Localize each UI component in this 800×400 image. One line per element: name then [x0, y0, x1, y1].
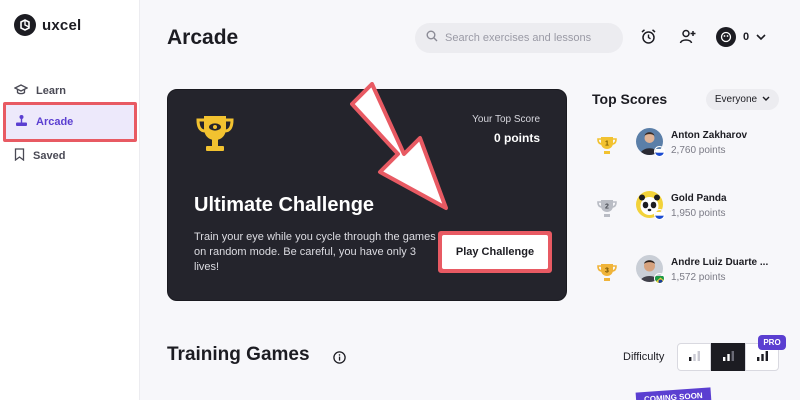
player-points: 2,760 points — [671, 145, 726, 156]
medal-rank: 3 — [605, 268, 609, 275]
player-points: 1,572 points — [671, 272, 726, 283]
brazil-flag-icon — [654, 273, 665, 284]
logo[interactable]: uxcel — [14, 14, 81, 36]
chevron-down-icon — [762, 94, 770, 105]
alarm-clock-button[interactable] — [637, 28, 659, 50]
difficulty-easy-button[interactable] — [677, 343, 711, 371]
leaderboard-row[interactable]: 1 Anton Zakharov 2,760 points — [596, 128, 796, 162]
medal-rank: 1 — [605, 141, 609, 148]
top-scores-title: Top Scores — [592, 91, 668, 107]
leaderboard-row[interactable]: 2 Gold Panda 1,950 points — [596, 191, 796, 225]
bronze-medal-icon: 3 — [596, 262, 618, 287]
avatar — [716, 27, 736, 47]
chevron-down-icon — [756, 28, 766, 46]
search-input[interactable] — [445, 32, 615, 44]
sidebar-item-label: Arcade — [36, 116, 74, 128]
info-icon[interactable] — [333, 351, 346, 369]
trophy-icon — [194, 112, 236, 159]
add-user-button[interactable] — [676, 28, 698, 50]
search-icon — [426, 29, 438, 47]
sidebar-item-label: Learn — [36, 85, 66, 97]
signal-low-icon — [688, 348, 701, 366]
search-bar[interactable] — [415, 23, 623, 53]
challenge-description: Train your eye while you cycle through t… — [194, 231, 436, 273]
player-name: Gold Panda — [671, 193, 727, 204]
sidebar-item-saved[interactable]: Saved — [6, 141, 134, 171]
page-title: Arcade — [167, 26, 239, 49]
top-score-value: 0 points — [493, 131, 540, 145]
filter-value: Everyone — [714, 94, 758, 105]
russia-flag-icon — [654, 209, 665, 220]
russia-flag-icon — [654, 146, 665, 157]
gold-medal-icon: 1 — [596, 135, 618, 160]
player-points: 1,950 points — [671, 208, 726, 219]
top-score-label: Your Top Score — [472, 114, 540, 125]
difficulty-medium-button[interactable] — [711, 343, 745, 371]
leaderboard-row[interactable]: 3 Andre Luiz Duarte ... 1,572 points — [596, 255, 796, 289]
app-name: uxcel — [42, 16, 82, 34]
coin-count: 0 — [743, 31, 750, 43]
sidebar-item-label: Saved — [33, 150, 66, 162]
play-challenge-button[interactable]: Play Challenge — [442, 235, 548, 269]
annotation-arrow — [350, 82, 448, 210]
alarm-clock-icon — [640, 28, 657, 50]
arcade-joystick-icon — [15, 114, 28, 130]
training-games-title: Training Games — [167, 344, 310, 365]
play-challenge-highlight: Play Challenge — [438, 231, 552, 273]
silver-medal-icon: 2 — [596, 198, 618, 223]
difficulty-label: Difficulty — [623, 351, 665, 363]
player-name: Anton Zakharov — [671, 130, 748, 141]
challenge-title: Ultimate Challenge — [194, 194, 375, 216]
top-scores-filter[interactable]: Everyone — [706, 89, 779, 110]
coming-soon-badge: COMING SOON — [635, 387, 712, 400]
sidebar: uxcel Learn Arcade Saved — [0, 0, 140, 400]
medal-rank: 2 — [605, 204, 609, 211]
graduation-cap-icon — [13, 83, 29, 99]
uxcel-logo-icon — [14, 14, 36, 36]
signal-high-icon — [756, 348, 769, 366]
sidebar-item-arcade[interactable]: Arcade — [3, 102, 137, 142]
player-name: Andre Luiz Duarte ... — [671, 257, 769, 268]
profile-menu[interactable]: 0 — [716, 27, 766, 47]
bookmark-icon — [14, 148, 25, 164]
signal-medium-icon — [722, 348, 735, 366]
pro-badge: PRO — [758, 335, 786, 350]
add-user-icon — [679, 28, 696, 50]
